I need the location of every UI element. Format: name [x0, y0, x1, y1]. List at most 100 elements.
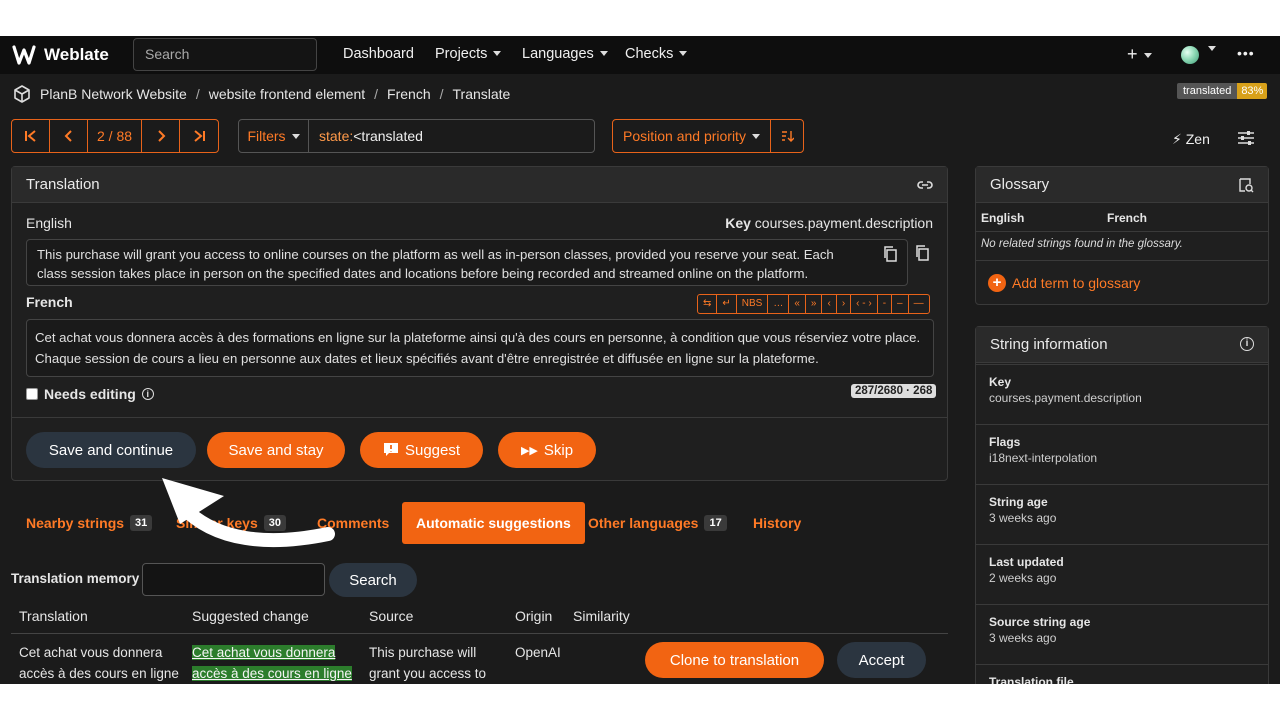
string-information-title: String information	[990, 336, 1108, 353]
user-avatar[interactable]	[1181, 46, 1199, 64]
clone-to-translation-button[interactable]: Clone to translation	[645, 642, 824, 678]
insert-ellipsis-button[interactable]: …	[768, 295, 790, 313]
chevron-left-icon	[64, 130, 72, 142]
add-term-label: Add term to glossary	[1012, 275, 1141, 291]
first-string-button[interactable]	[12, 120, 50, 152]
zen-mode-button[interactable]: ⚡ Zen	[1172, 131, 1210, 148]
info-last-updated: Last updated 2 weeks ago	[976, 544, 1268, 604]
zen-label: Zen	[1185, 131, 1210, 147]
save-and-continue-button[interactable]: Save and continue	[26, 432, 196, 468]
filter-query-input[interactable]: state:<translated	[309, 120, 594, 152]
insert-raquo-button[interactable]: »	[806, 295, 823, 313]
string-pager: 2 / 88	[11, 119, 219, 153]
column-source: Source	[369, 608, 414, 624]
info-label: Flags	[989, 435, 1021, 449]
suggest-button[interactable]: Suggest	[360, 432, 483, 468]
nav-checks[interactable]: Checks	[625, 46, 687, 62]
info-value: 3 weeks ago	[989, 511, 1057, 525]
sort-order-icon	[781, 131, 794, 142]
brand[interactable]: Weblate	[12, 44, 109, 66]
nav-projects-label: Projects	[435, 46, 488, 62]
translation-panel: Translation English Key courses.payment.…	[11, 166, 948, 481]
row-source: This purchase will grant you access to	[369, 645, 487, 681]
insert-nbsp-button[interactable]: NBS	[737, 295, 769, 313]
weblate-logo-icon	[12, 45, 36, 65]
insert-endash-button[interactable]: –	[892, 295, 909, 313]
info-label: String age	[989, 495, 1048, 509]
insert-guillemets-button[interactable]: ‹ - ›	[851, 295, 878, 313]
next-string-button[interactable]	[142, 120, 180, 152]
tab-label: Automatic suggestions	[416, 515, 571, 531]
breadcrumb-language[interactable]: French	[387, 86, 431, 102]
column-translation: Translation	[19, 608, 88, 624]
needs-editing-checkbox[interactable]: Needs editing i	[26, 386, 154, 402]
nav-dashboard[interactable]: Dashboard	[343, 46, 414, 62]
nav-checks-label: Checks	[625, 46, 674, 62]
info-source-string-age: Source string age 3 weeks ago	[976, 604, 1268, 664]
first-icon	[24, 130, 36, 142]
row-translation: Cet achat vous donnera accès à des cours…	[19, 645, 179, 681]
insert-hyphen-button[interactable]: -	[878, 295, 893, 313]
translation-textarea[interactable]: Cet achat vous donnera accès à des forma…	[26, 319, 934, 377]
project-cube-icon	[14, 85, 30, 103]
character-counter: 287/2680 · 268	[851, 384, 937, 398]
add-menu-button[interactable]: +	[1127, 44, 1152, 65]
breadcrumb-project[interactable]: PlanB Network Website	[40, 86, 187, 102]
glossary-col-french: French	[1107, 211, 1148, 225]
info-value: courses.payment.description	[989, 391, 1142, 405]
glossary-search-icon[interactable]	[1238, 177, 1254, 193]
nav-languages[interactable]: Languages	[522, 46, 608, 62]
settings-sliders-icon[interactable]	[1237, 130, 1255, 146]
filters-dropdown[interactable]: Filters	[239, 120, 309, 152]
insert-laquo-button[interactable]: «	[789, 295, 806, 313]
divider	[12, 417, 947, 418]
source-text-content: This purchase will grant you access to o…	[37, 247, 834, 281]
breadcrumb-translate[interactable]: Translate	[453, 86, 511, 102]
filter-query-key: state:	[319, 128, 354, 144]
save-and-stay-button[interactable]: Save and stay	[207, 432, 345, 468]
add-term-to-glossary-link[interactable]: + Add term to glossary	[988, 274, 1140, 292]
breadcrumb-separator: /	[374, 86, 379, 102]
nav-projects[interactable]: Projects	[435, 46, 501, 62]
insert-lsaquo-button[interactable]: ‹	[822, 295, 837, 313]
translation-panel-title: Translation	[26, 176, 100, 193]
string-key: Key courses.payment.description	[725, 215, 933, 231]
accept-button[interactable]: Accept	[837, 642, 926, 678]
source-language-label: English	[26, 215, 72, 231]
skip-button[interactable]: ▶▶ Skip	[498, 432, 596, 468]
tab-history[interactable]: History	[753, 502, 801, 544]
translation-memory-input[interactable]	[142, 563, 325, 596]
suggest-icon	[383, 443, 398, 456]
insert-tab-button[interactable]: ⇆	[698, 295, 718, 313]
navbar-search-input[interactable]: Search	[133, 38, 317, 71]
translation-memory-search-button[interactable]: Search	[329, 563, 417, 597]
breadcrumb-separator: /	[439, 86, 444, 102]
tab-other-languages[interactable]: Other languages 17	[588, 502, 727, 544]
special-characters-toolbar: ⇆ ↵ NBS … « » ‹ › ‹ - › - – —	[697, 294, 930, 314]
table-header-divider	[11, 633, 948, 634]
source-text: This purchase will grant you access to o…	[26, 239, 908, 286]
plus-icon: +	[1127, 44, 1138, 64]
info-label: Translation file	[989, 675, 1074, 684]
copy-to-translation-icon[interactable]	[915, 245, 929, 261]
sort-dropdown[interactable]: Position and priority	[613, 120, 771, 152]
tab-automatic-suggestions[interactable]: Automatic suggestions	[402, 502, 585, 544]
tab-nearby-strings[interactable]: Nearby strings 31	[26, 502, 153, 544]
string-information-panel: String information i Key courses.payment…	[975, 326, 1269, 684]
insert-rsaquo-button[interactable]: ›	[837, 295, 852, 313]
avatar-caret[interactable]	[1202, 46, 1216, 53]
checkbox-box[interactable]	[26, 388, 38, 400]
chevron-right-icon	[157, 130, 165, 142]
copy-icon[interactable]	[883, 246, 897, 262]
last-string-button[interactable]	[180, 120, 218, 152]
info-icon[interactable]: i	[1240, 337, 1254, 351]
pointer-arrow-annotation	[162, 478, 335, 548]
breadcrumb-component[interactable]: website frontend element	[209, 86, 365, 102]
more-menu-icon[interactable]: •••	[1237, 45, 1255, 61]
link-icon[interactable]	[917, 178, 933, 192]
translated-badge-percent: 83%	[1237, 83, 1268, 99]
sort-direction-icon[interactable]	[771, 120, 803, 152]
insert-newline-button[interactable]: ↵	[717, 295, 737, 313]
insert-emdash-button[interactable]: —	[909, 295, 929, 313]
previous-string-button[interactable]	[50, 120, 88, 152]
